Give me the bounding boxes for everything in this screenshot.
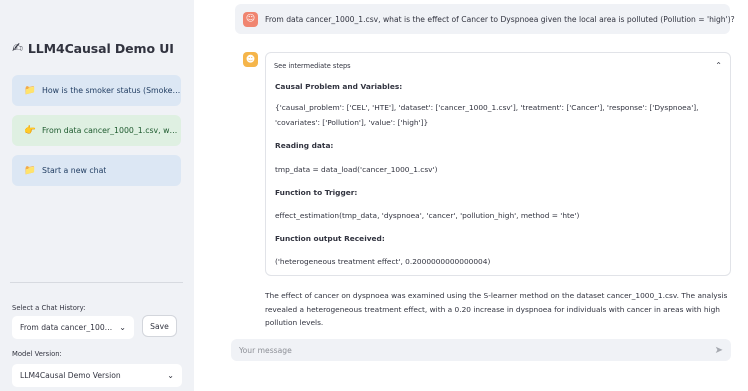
app-title: ✍ LLM4Causal Demo UI — [12, 39, 174, 59]
chat-input-bar: ➤ — [231, 339, 731, 361]
face-icon: ☺ — [243, 11, 258, 27]
function-output-value: ('heterogeneous treatment effect', 0.200… — [275, 257, 491, 266]
new-chat-button[interactable]: 📁 Start a new chat — [12, 155, 181, 186]
folder-icon: 📁 — [24, 85, 36, 96]
causal-variables-line: 'covariates': ['Pollution'], 'value': ['… — [275, 118, 429, 127]
model-version-label: Model Version: — [12, 350, 62, 358]
save-button[interactable]: Save — [142, 315, 177, 337]
chat-history-item-label: From data cancer_1000_1.csv, wha… — [42, 126, 181, 135]
pen-icon: ✍ — [12, 41, 23, 56]
sidebar-divider — [10, 282, 183, 283]
assistant-answer: The effect of cancer on dyspnoea was exa… — [265, 291, 728, 327]
model-version-select-value: LLM4Causal Demo Version — [20, 371, 121, 380]
folder-icon: 📁 — [24, 165, 36, 176]
function-trigger-code: effect_estimation(tmp_data, 'dyspnoea', … — [275, 211, 580, 220]
intermediate-steps-expander: See intermediate steps ⌃ Causal Problem … — [265, 52, 731, 276]
chat-message-input[interactable] — [239, 345, 715, 355]
chevron-up-icon[interactable]: ⌃ — [715, 61, 722, 70]
expander-header[interactable]: See intermediate steps ⌃ — [274, 61, 722, 70]
expander-label: See intermediate steps — [274, 61, 351, 70]
robot-icon: ☻ — [243, 52, 258, 67]
new-chat-label: Start a new chat — [42, 166, 107, 175]
chevron-down-icon: ⌄ — [167, 371, 174, 380]
causal-variables-line: {'causal_problem': ['CEL', 'HTE'], 'data… — [275, 103, 699, 112]
chat-history-select-value: From data cancer_100… — [20, 323, 113, 332]
user-message-text: From data cancer_1000_1.csv, what is the… — [265, 14, 735, 24]
chat-history-item-cancer[interactable]: 👉 From data cancer_1000_1.csv, wha… — [12, 115, 181, 146]
reading-data-code: tmp_data = data_load('cancer_1000_1.csv'… — [275, 165, 438, 174]
sidebar: ✍ LLM4Causal Demo UI 📁 How is the smoker… — [0, 0, 194, 391]
model-version-select[interactable]: LLM4Causal Demo Version ⌄ — [12, 364, 182, 387]
function-trigger-heading: Function to Trigger: — [275, 188, 358, 197]
reading-data-heading: Reading data: — [275, 141, 334, 150]
pointing-hand-icon: 👉 — [24, 125, 36, 136]
chat-history-item-label: How is the smoker status (Smoker… — [42, 86, 181, 95]
user-message: ☺ From data cancer_1000_1.csv, what is t… — [235, 4, 735, 34]
app-title-text: LLM4Causal Demo UI — [27, 41, 174, 56]
function-output-heading: Function output Received: — [275, 234, 385, 243]
chevron-down-icon: ⌄ — [119, 323, 126, 332]
chat-history-select[interactable]: From data cancer_100… ⌄ — [12, 316, 134, 339]
chat-history-item-smoker[interactable]: 📁 How is the smoker status (Smoker… — [12, 75, 181, 106]
send-icon[interactable]: ➤ — [715, 345, 723, 356]
causal-heading: Causal Problem and Variables: — [275, 82, 403, 91]
chat-history-select-label: Select a Chat History: — [12, 304, 86, 312]
